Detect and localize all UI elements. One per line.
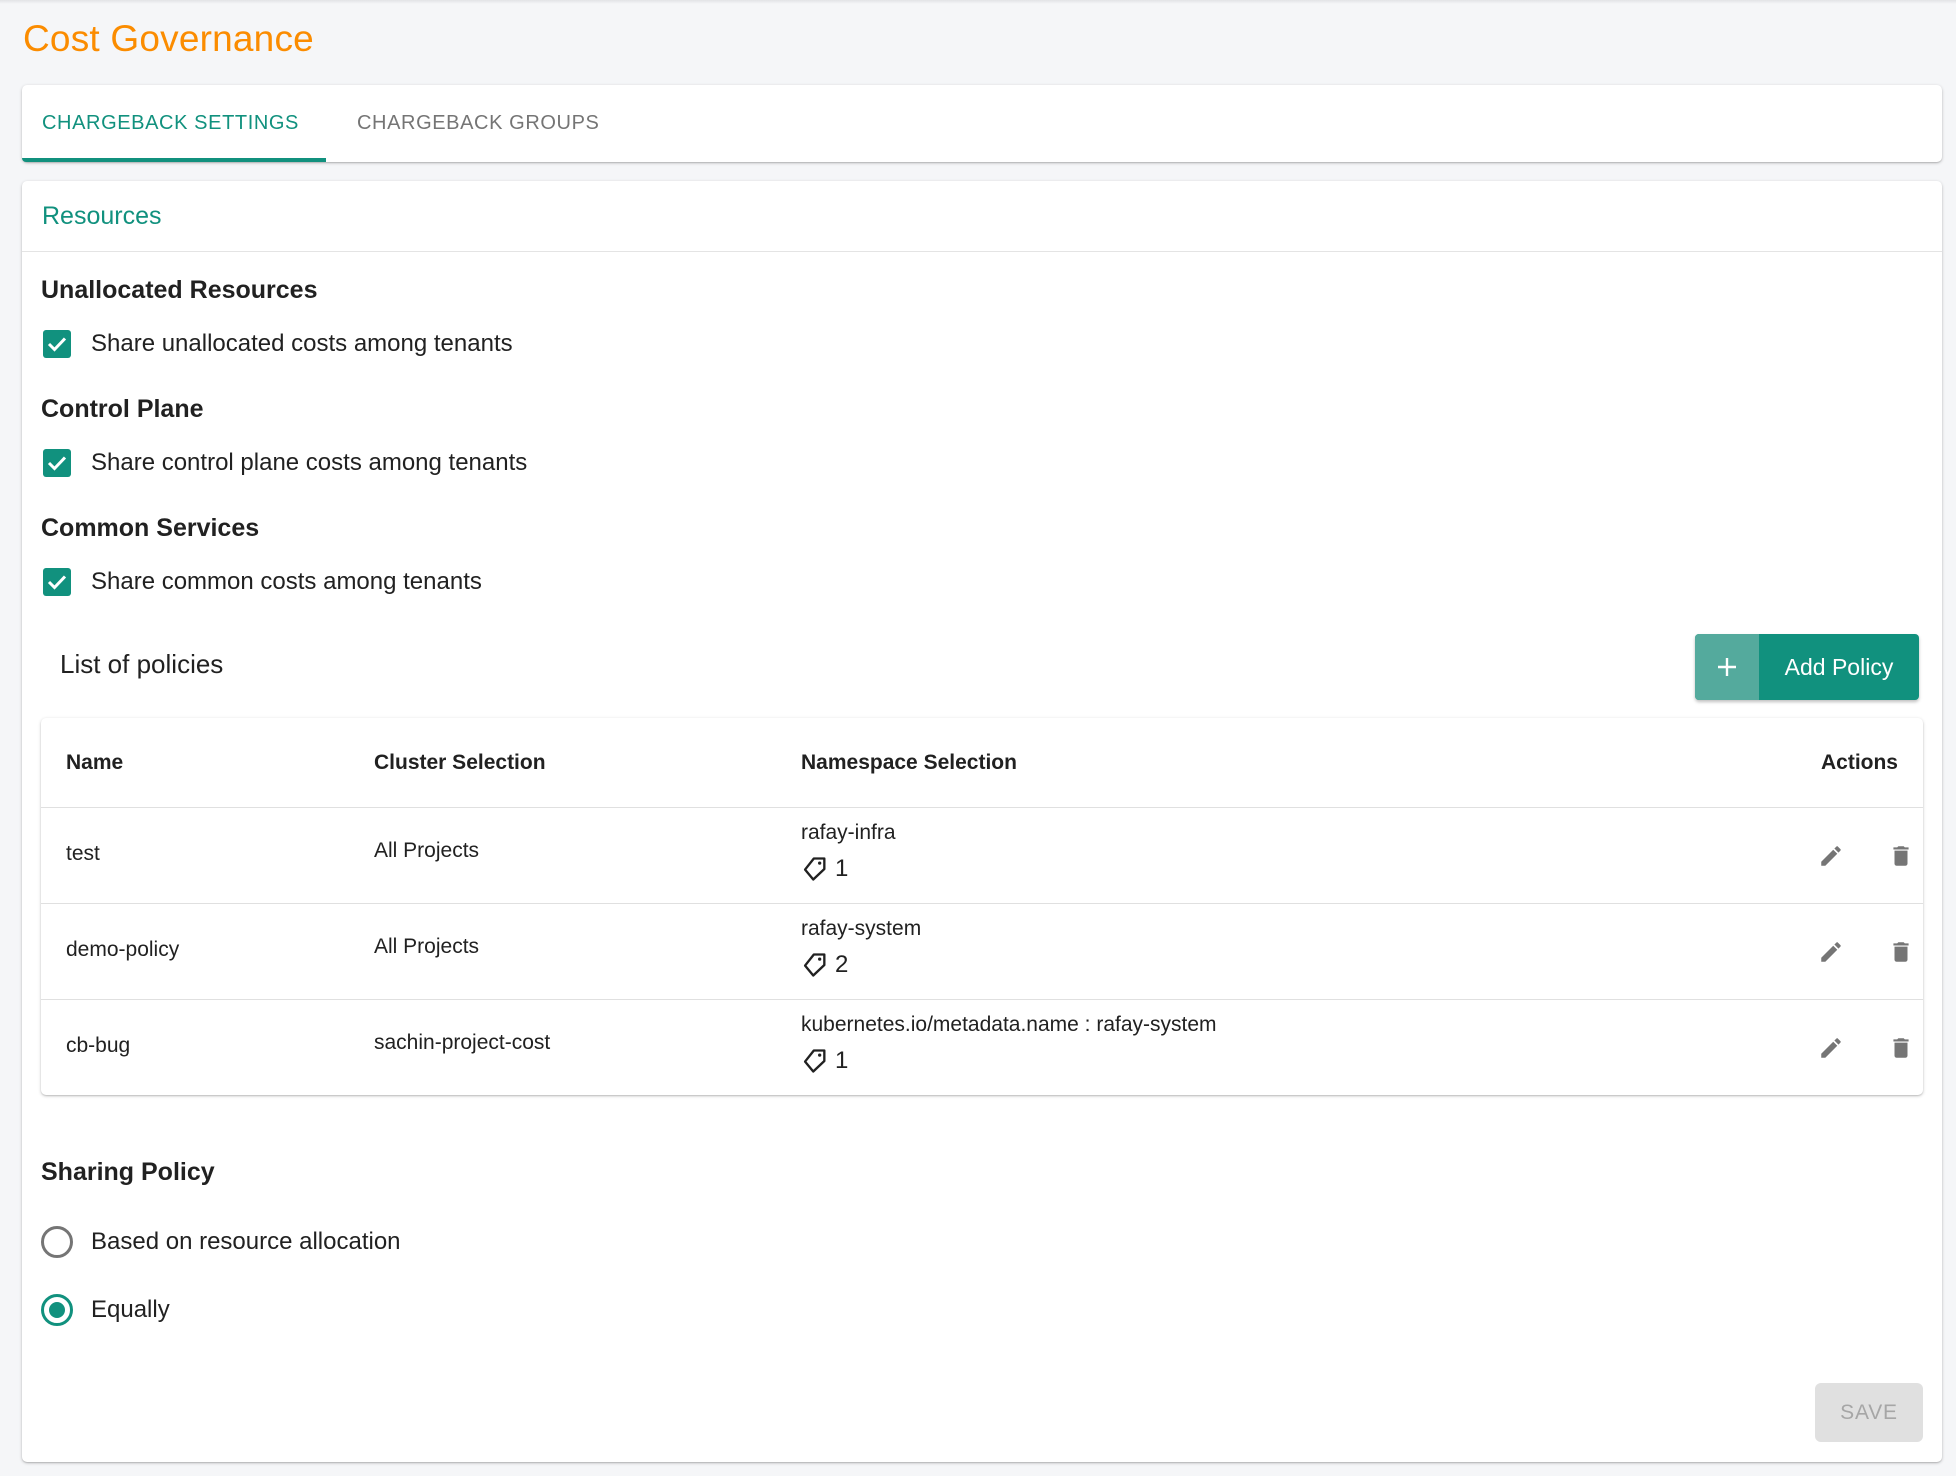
tag-count-value: 1: [835, 1047, 849, 1074]
delete-icon[interactable]: [1883, 934, 1919, 970]
policies-list-title: List of policies: [60, 649, 224, 679]
group-title-common-services: Common Services: [41, 514, 260, 542]
checkbox-checked-icon[interactable]: [43, 449, 71, 477]
checkbox-row-common-services[interactable]: Share common costs among tenants: [43, 568, 482, 596]
checkbox-label: Share common costs among tenants: [91, 568, 482, 595]
column-header-name: Name: [66, 751, 124, 774]
namespace-selection: rafay-infra 1: [801, 818, 896, 884]
add-policy-button[interactable]: Add Policy: [1695, 634, 1919, 700]
checkbox-row-unallocated[interactable]: Share unallocated costs among tenants: [43, 330, 513, 358]
delete-icon[interactable]: [1883, 1030, 1919, 1066]
resources-card: Resources Unallocated Resources Share un…: [22, 181, 1942, 1462]
policy-name: demo-policy: [66, 938, 180, 961]
tab-chargeback-groups[interactable]: CHARGEBACK GROUPS: [337, 85, 619, 162]
policies-table: Name Cluster Selection Namespace Selecti…: [41, 718, 1923, 1095]
radio-unchecked-icon[interactable]: [41, 1226, 73, 1258]
column-header-cluster: Cluster Selection: [374, 751, 546, 774]
radio-label: Equally: [91, 1296, 170, 1323]
plus-icon: [1695, 634, 1759, 700]
tag-icon: [803, 1049, 826, 1073]
radio-label: Based on resource allocation: [91, 1228, 401, 1255]
edit-icon[interactable]: [1813, 934, 1849, 970]
sharing-policy-title: Sharing Policy: [41, 1158, 215, 1186]
tag-icon: [803, 953, 826, 977]
add-policy-label: Add Policy: [1784, 653, 1894, 680]
tag-icon: [803, 857, 826, 881]
cluster-selection: All Projects: [374, 935, 480, 958]
tag-count-value: 1: [835, 855, 849, 882]
checkbox-label: Share control plane costs among tenants: [91, 449, 528, 476]
column-header-actions: Actions: [1820, 751, 1898, 774]
table-row: cb-bug sachin-project-cost kubernetes.io…: [41, 1000, 1923, 1096]
section-title: Resources: [42, 201, 162, 230]
radio-row-resource-allocation[interactable]: Based on resource allocation: [41, 1226, 401, 1258]
cluster-selection: All Projects: [374, 839, 480, 862]
tab-chargeback-settings[interactable]: CHARGEBACK SETTINGS: [22, 85, 319, 162]
checkbox-row-control-plane[interactable]: Share control plane costs among tenants: [43, 449, 527, 477]
tag-count-value: 2: [835, 951, 849, 978]
namespace-selection: kubernetes.io/metadata.name : rafay-syst…: [801, 1010, 1217, 1076]
save-button[interactable]: SAVE: [1815, 1383, 1923, 1442]
radio-checked-icon[interactable]: [41, 1294, 73, 1326]
namespace-name: rafay-system: [801, 917, 922, 940]
column-header-namespace: Namespace Selection: [801, 751, 1017, 774]
checkbox-label: Share unallocated costs among tenants: [91, 330, 513, 357]
policy-name: cb-bug: [66, 1034, 131, 1057]
page-title: Cost Governance: [23, 18, 314, 59]
delete-icon[interactable]: [1883, 838, 1919, 874]
namespace-name: kubernetes.io/metadata.name : rafay-syst…: [801, 1013, 1217, 1036]
table-header: Name Cluster Selection Namespace Selecti…: [41, 718, 1923, 808]
checkbox-checked-icon[interactable]: [43, 568, 71, 596]
tab-label: CHARGEBACK SETTINGS: [42, 112, 299, 134]
tag-count: 2: [801, 950, 921, 980]
namespace-selection: rafay-system 2: [801, 914, 921, 980]
checkbox-checked-icon[interactable]: [43, 330, 71, 358]
top-edge-shadow: [0, 0, 1956, 4]
table-row: demo-policy All Projects rafay-system 2: [41, 904, 1923, 1000]
table-row: test All Projects rafay-infra 1: [41, 808, 1923, 904]
tag-count: 1: [801, 854, 896, 884]
tag-count: 1: [801, 1046, 1217, 1076]
section-header: Resources: [22, 181, 1942, 252]
cluster-selection: sachin-project-cost: [374, 1031, 551, 1054]
active-tab-indicator: [22, 158, 326, 162]
group-title-unallocated: Unallocated Resources: [41, 276, 318, 304]
tab-label: CHARGEBACK GROUPS: [357, 112, 600, 134]
radio-row-equally[interactable]: Equally: [41, 1294, 170, 1326]
policy-name: test: [66, 842, 100, 865]
tab-bar: CHARGEBACK SETTINGS CHARGEBACK GROUPS: [22, 85, 1942, 162]
edit-icon[interactable]: [1813, 1030, 1849, 1066]
group-title-control-plane: Control Plane: [41, 395, 204, 423]
edit-icon[interactable]: [1813, 838, 1849, 874]
namespace-name: rafay-infra: [801, 821, 896, 844]
